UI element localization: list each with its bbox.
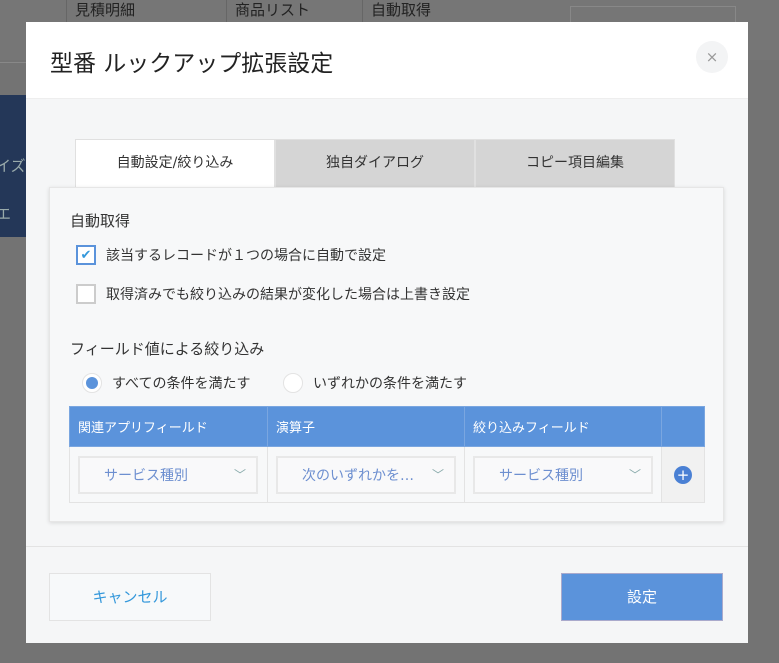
table-row: サービス種別 ﹀ 次のいずれかを… ﹀ サービス種別 ﹀ + bbox=[69, 446, 705, 503]
tab-panel: 自動取得 ✔ 該当するレコードが１つの場合に自動で設定 取得済みでも絞り込みの結… bbox=[49, 187, 724, 522]
overwrite-checkbox[interactable]: 取得済みでも絞り込みの結果が変化した場合は上書き設定 bbox=[76, 284, 470, 304]
bg-nav: イズ エ bbox=[0, 95, 26, 237]
bg-nav-item: イズ bbox=[0, 157, 26, 175]
bg-divider bbox=[0, 62, 26, 63]
lookup-settings-dialog: 型番 ルックアップ拡張設定 × 自動設定/絞り込み 独自ダイアログ コピー項目編… bbox=[26, 22, 748, 643]
check-icon: ✔ bbox=[76, 245, 96, 265]
column-header: 演算子 bbox=[267, 406, 465, 447]
radio-all-conditions[interactable]: すべての条件を満たす bbox=[82, 373, 250, 393]
radio-icon bbox=[82, 373, 102, 393]
add-row-icon[interactable]: + bbox=[674, 465, 692, 484]
cancel-button[interactable]: キャンセル bbox=[49, 573, 211, 621]
filter-field-select[interactable]: サービス種別 ﹀ bbox=[473, 455, 653, 494]
filter-table: 関連アプリフィールド 演算子 絞り込みフィールド サービス種別 ﹀ 次のいずれかを… bbox=[69, 406, 705, 503]
bg-nav-item: エ bbox=[0, 205, 12, 223]
select-value: 次のいずれかを… bbox=[302, 467, 414, 484]
checkbox-label: 該当するレコードが１つの場合に自動で設定 bbox=[106, 248, 386, 264]
filter-heading: フィールド値による絞り込み bbox=[70, 340, 265, 358]
dialog-title: 型番 ルックアップ拡張設定 bbox=[50, 51, 334, 77]
operator-select[interactable]: 次のいずれかを… ﹀ bbox=[276, 455, 456, 494]
save-button[interactable]: 設定 bbox=[561, 573, 723, 621]
dialog-header: 型番 ルックアップ拡張設定 × bbox=[26, 22, 748, 99]
related-field-select[interactable]: サービス種別 ﹀ bbox=[78, 455, 258, 494]
auto-heading: 自動取得 bbox=[70, 212, 131, 230]
tab-bar: 自動設定/絞り込み 独自ダイアログ コピー項目編集 bbox=[75, 139, 675, 188]
close-icon[interactable]: × bbox=[696, 41, 728, 73]
auto-single-record-checkbox[interactable]: ✔ 該当するレコードが１つの場合に自動で設定 bbox=[76, 245, 386, 265]
radio-label: すべての条件を満たす bbox=[112, 376, 251, 392]
radio-label: いずれかの条件を満たす bbox=[313, 376, 467, 392]
tab-copy-fields[interactable]: コピー項目編集 bbox=[475, 139, 675, 188]
tab-custom-dialog[interactable]: 独自ダイアログ bbox=[275, 139, 475, 188]
column-header: 関連アプリフィールド bbox=[69, 406, 268, 447]
radio-any-condition[interactable]: いずれかの条件を満たす bbox=[283, 373, 467, 393]
select-value: サービス種別 bbox=[499, 467, 583, 484]
column-header bbox=[661, 406, 705, 447]
chevron-down-icon: ﹀ bbox=[431, 468, 444, 482]
radio-icon bbox=[283, 373, 303, 393]
tab-auto-filter[interactable]: 自動設定/絞り込み bbox=[75, 139, 275, 188]
checkbox-box bbox=[76, 284, 96, 304]
checkbox-label: 取得済みでも絞り込みの結果が変化した場合は上書き設定 bbox=[106, 287, 470, 303]
dialog-footer: キャンセル 設定 bbox=[26, 546, 748, 643]
chevron-down-icon: ﹀ bbox=[233, 468, 246, 482]
select-value: サービス種別 bbox=[104, 467, 188, 484]
chevron-down-icon: ﹀ bbox=[628, 468, 641, 482]
column-header: 絞り込みフィールド bbox=[464, 406, 662, 447]
